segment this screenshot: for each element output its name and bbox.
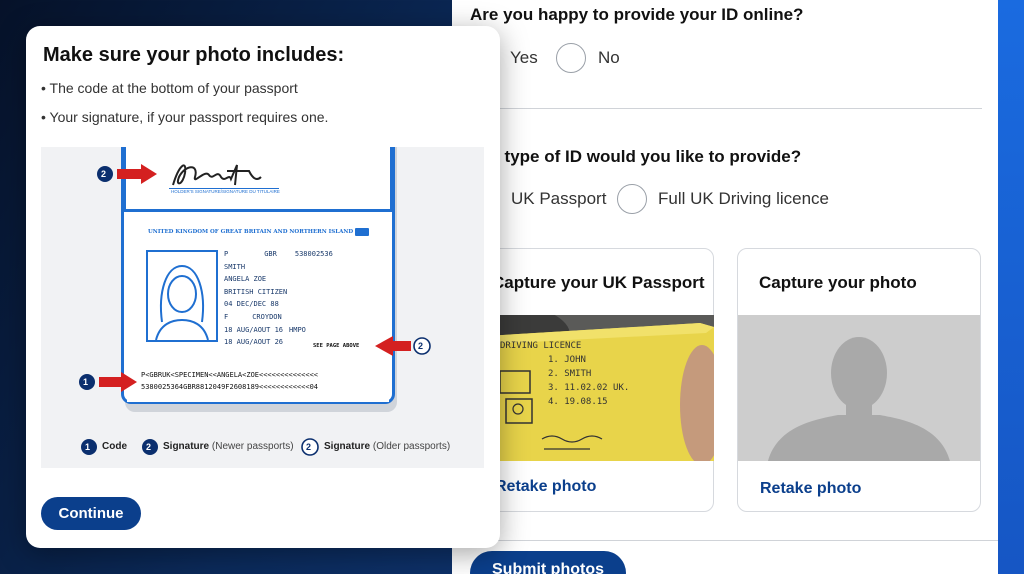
person-silhouette-icon	[768, 337, 950, 461]
note-line: DRIVING LICENCE	[500, 341, 582, 351]
badge-1-mrz: 1	[83, 377, 89, 387]
continue-button[interactable]: Continue	[41, 497, 141, 530]
note-line: 1. JOHN	[548, 355, 586, 365]
legend-sig-new-label: Signature	[163, 441, 210, 452]
licence-note-text: DRIVING LICENCE 1. JOHN 2. SMITH 3. 11.0…	[500, 339, 629, 409]
bullet-signature: • Your signature, if your passport requi…	[41, 109, 329, 125]
legend-code: Code	[102, 441, 127, 452]
badge-2-see-page: 2	[418, 341, 424, 351]
capture-passport-title: Capture your UK Passport	[492, 273, 705, 292]
radio-no-circle[interactable]	[556, 43, 586, 73]
photo-guidance-modal: Make sure your photo includes: • The cod…	[26, 26, 500, 548]
legend-sig-old-label: Signature	[324, 441, 371, 452]
modal-title: Make sure your photo includes:	[43, 44, 345, 66]
retake-photo-button[interactable]: Retake photo	[760, 480, 861, 498]
radio-licence-circle[interactable]	[617, 184, 647, 214]
note-line: 2. SMITH	[548, 369, 592, 379]
legend-badge-2: 2	[146, 442, 152, 452]
legend-signature-old: Signature (Older passports)	[324, 441, 450, 452]
radio-yes-label: Yes	[510, 48, 538, 67]
legend-badge-3: 2	[306, 442, 312, 452]
radio-no-label: No	[598, 48, 620, 67]
retake-passport-button[interactable]: Retake photo	[495, 478, 596, 496]
note-line: 4. 19.08.15	[548, 397, 608, 407]
annotation-arrows	[79, 164, 431, 456]
radio-uk-passport[interactable]: UK Passport	[511, 189, 606, 209]
legend-badge-1: 1	[85, 442, 91, 452]
badge-2-signature: 2	[101, 169, 107, 179]
legend-sig-old-note: (Older passports)	[372, 441, 451, 452]
legend-sig-new-note: (Newer passports)	[211, 441, 294, 452]
submit-photos-button[interactable]: Submit photos	[470, 551, 626, 574]
passport-illustration: HOLDER'S SIGNATURE/SIGNATURE DU TITULAIR…	[41, 147, 484, 468]
radio-no[interactable]: No	[556, 43, 620, 73]
divider	[470, 540, 998, 541]
divider	[470, 108, 982, 109]
avatar-placeholder	[738, 315, 980, 461]
bullet-code: • The code at the bottom of your passpor…	[41, 80, 298, 96]
question-online: Are you happy to provide your ID online?	[470, 5, 804, 24]
capture-photo-title: Capture your photo	[759, 273, 917, 292]
question-id-type: ch type of ID would you like to provide?	[480, 147, 802, 166]
note-line: 3. 11.02.02 UK.	[548, 383, 630, 393]
radio-driving-licence[interactable]: Full UK Driving licence	[617, 184, 829, 214]
radio-licence-label: Full UK Driving licence	[658, 189, 829, 208]
passport-photo-preview: DRIVING LICENCE 1. JOHN 2. SMITH 3. 11.0…	[470, 315, 714, 461]
background-accent	[998, 0, 1024, 574]
radio-passport-label: UK Passport	[511, 189, 607, 208]
legend-signature-new: Signature (Newer passports)	[163, 441, 294, 452]
